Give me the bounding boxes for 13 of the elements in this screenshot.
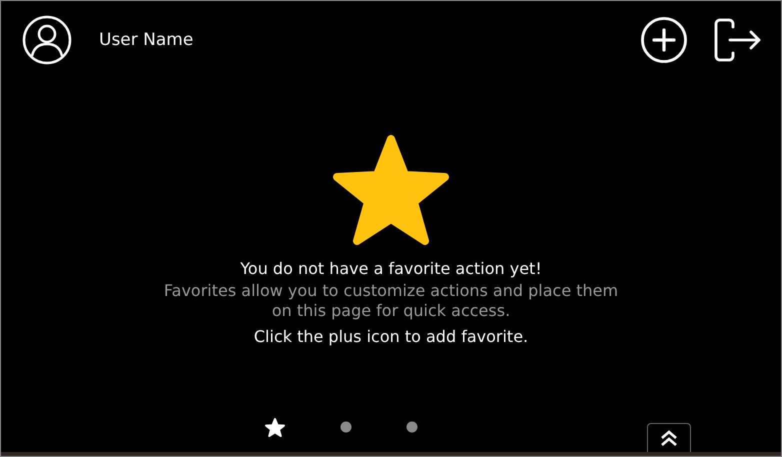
empty-state-title: You do not have a favorite action yet!: [240, 259, 542, 278]
double-chevron-up-icon: [659, 429, 679, 447]
expand-tab[interactable]: [647, 423, 691, 452]
user-avatar-icon[interactable]: [22, 15, 72, 65]
logout-icon[interactable]: [713, 18, 763, 62]
user-name: User Name: [99, 30, 194, 50]
page-dot[interactable]: [406, 421, 418, 433]
empty-state-hint: Click the plus icon to add favorite.: [254, 327, 528, 346]
star-icon: [331, 135, 451, 247]
empty-state-description: Favorites allow you to customize actions and place them on this page for quick access.: [162, 281, 620, 321]
add-icon[interactable]: [640, 16, 688, 64]
page-star-icon[interactable]: [264, 416, 286, 438]
page-dot[interactable]: [340, 421, 352, 433]
